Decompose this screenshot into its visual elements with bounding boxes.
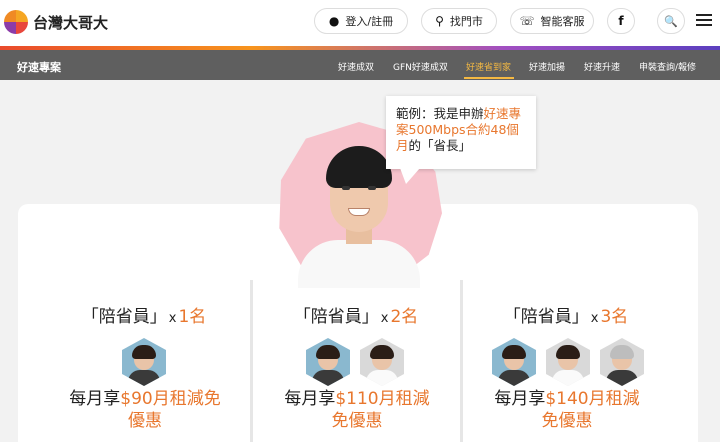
offer-suffix: 免優惠 [541,411,593,431]
companion-avatar [600,338,644,386]
search-icon: 🔍 [664,14,678,28]
plan-title-text: 「陪省員」 [81,307,167,327]
location-pin-icon: ⚲ [435,14,444,28]
plan-1-offer: 每月享$90月租減免 優惠 [40,388,250,432]
companion-avatar [492,338,536,386]
plan-2-companions [306,338,404,386]
store-locator-button[interactable]: ⚲ 找門市 [421,8,497,34]
brand-logo[interactable]: 台灣大哥大 [4,8,108,36]
subnav-item-speed-up[interactable]: 好速升速 [584,60,620,73]
user-icon: ● [328,14,340,28]
search-button[interactable]: 🔍 [657,8,685,34]
brand-logo-icon [4,10,28,34]
headset-icon: ☏ [519,14,535,28]
plan-3-offer: 每月享$140月租減 免優惠 [462,388,672,432]
plan-2-offer: 每月享$110月租減 免優惠 [252,388,462,432]
bubble-prefix: 範例：我是申辦 [396,106,484,121]
avatar-eye-right [368,186,376,190]
offer-prefix: 每月享 [494,389,546,409]
offer-highlight: $140月租減 [545,389,640,409]
plan-1-title: 「陪省員」 x 1名 [34,302,254,327]
login-button-label: 登入/註冊 [345,15,394,28]
avatar-eye-left [342,186,350,190]
subnav-bar: 好速專案 好速成双 GFN好速成双 好速省到家 好速加揚 好速升速 申裝查詢/報… [0,50,720,80]
offer-highlight: $110月租減 [335,389,430,409]
subnav-item-boost[interactable]: 好速加揚 [529,60,565,73]
example-speech-bubble: 範例：我是申辦好速專案500Mbps合約48個月的「省長」 [386,96,536,169]
plan-3-companions [492,338,644,386]
plan-title-text: 「陪省員」 [503,307,589,327]
companion-avatar [546,338,590,386]
login-button[interactable]: ● 登入/註冊 [314,8,408,34]
plan-3-title: 「陪省員」 x 3名 [456,302,676,327]
active-tab-underline [464,77,514,79]
bubble-suffix: 的「省長」 [408,138,472,153]
facebook-button[interactable]: f [607,8,635,34]
offer-prefix: 每月享 [69,389,121,409]
offer-suffix: 優惠 [128,411,162,431]
plan-count: 1名 [178,307,207,327]
plan-count: 3名 [600,307,629,327]
offer-prefix: 每月享 [284,389,336,409]
companion-avatar [306,338,350,386]
plan-count: 2名 [390,307,419,327]
plan-title-text: 「陪省員」 [293,307,379,327]
menu-icon[interactable] [696,14,712,26]
smart-service-label: 智能客服 [540,15,585,28]
store-locator-label: 找門市 [449,15,483,28]
plan-times: x [380,311,389,326]
plan-1-companions [122,338,166,386]
offer-highlight: $90月租減免 [120,389,221,409]
offer-suffix: 免優惠 [331,411,383,431]
companion-avatar [122,338,166,386]
facebook-icon: f [618,14,624,28]
brand-name: 台灣大哥大 [33,13,109,32]
subnav-item-dual[interactable]: 好速成双 [338,60,374,73]
plan-2-title: 「陪省員」 x 2名 [246,302,466,327]
subnav-item-gfn-dual[interactable]: GFN好速成双 [393,60,448,73]
subnav-title: 好速專案 [17,61,61,74]
smart-service-button[interactable]: ☏ 智能客服 [510,8,594,34]
site-header: 台灣大哥大 ● 登入/註冊 ⚲ 找門市 ☏ 智能客服 f 🔍 [0,0,720,46]
plan-times: x [590,311,599,326]
subnav-item-save-home[interactable]: 好速省到家 [466,60,511,73]
plan-times: x [168,311,177,326]
speech-bubble-tail [400,168,420,184]
subnav-item-apply-query[interactable]: 申裝查詢/報修 [639,60,696,73]
companion-avatar [360,338,404,386]
avatar-shirt [298,240,420,288]
